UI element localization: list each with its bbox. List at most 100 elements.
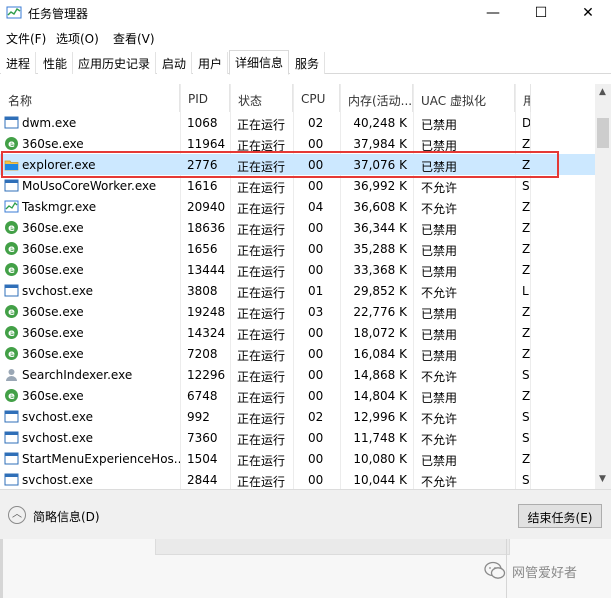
process-cpu: 01 [308,284,324,298]
tab-performance[interactable]: 性能 [38,52,74,74]
table-row[interactable]: e 360se.exe 1656 正在运行 00 35,288 K 已禁用 Z [0,238,595,259]
process-memory: 14,868 K [353,368,407,382]
table-row[interactable]: e 360se.exe 6748 正在运行 00 14,804 K 已禁用 Z [0,385,595,406]
process-cpu: 00 [308,263,324,277]
process-name: 360se.exe [22,242,84,256]
process-name: MoUsoCoreWorker.exe [22,179,157,193]
background-panel [155,539,510,555]
menu-options[interactable]: 选项(O) [56,30,99,47]
process-uac: 已禁用 [421,118,458,132]
table-row[interactable]: e 360se.exe 18636 正在运行 00 36,344 K 已禁用 Z [0,217,595,238]
process-memory: 18,072 K [353,326,407,340]
maximize-button[interactable]: ☐ [518,0,564,26]
column-header-name[interactable]: 名称 [0,84,180,112]
process-name: svchost.exe [22,473,93,487]
process-user: L [522,284,529,298]
table-row[interactable]: dwm.exe 1068 正在运行 02 40,248 K 已禁用 D [0,112,595,133]
column-header-pid[interactable]: PID [180,84,230,112]
process-pid: 3808 [187,284,218,298]
process-cpu: 00 [308,473,324,487]
table-header: 名称 PID 状态 CPU 内存(活动... UAC 虚拟化 用 [0,84,595,112]
scroll-thumb[interactable] [597,118,609,148]
process-user: S [522,179,530,193]
table-row[interactable]: SearchIndexer.exe 12296 正在运行 00 14,868 K 不允许 S [0,364,595,385]
menu-file[interactable]: 文件(F) [6,30,46,47]
tab-startup[interactable]: 启动 [157,52,193,74]
process-user: D [522,116,530,130]
process-uac: 已禁用 [421,223,458,237]
process-memory: 14,804 K [353,389,407,403]
fewer-details-link[interactable]: 简略信息(D) [33,508,100,525]
tab-details[interactable]: 详细信息 [229,50,290,75]
tab-processes[interactable]: 进程 [1,52,37,74]
process-uac: 已禁用 [421,244,458,258]
column-header-user[interactable]: 用 [515,84,531,112]
minimize-button[interactable]: — [470,0,516,26]
table-row[interactable]: Taskmgr.exe 20940 正在运行 04 36,608 K 不允许 Z [0,196,595,217]
process-pid: 14324 [187,326,226,340]
process-table: 名称 PID 状态 CPU 内存(活动... UAC 虚拟化 用 dwm.exe… [0,84,595,489]
tab-users[interactable]: 用户 [193,52,229,74]
close-button[interactable]: ✕ [565,0,611,26]
process-user: Z [522,389,530,403]
process-user: Z [522,200,530,214]
table-row[interactable]: svchost.exe 7360 正在运行 00 11,748 K 不允许 S [0,427,595,448]
table-row[interactable]: svchost.exe 2844 正在运行 00 10,044 K 不允许 S [0,469,595,489]
process-cpu: 00 [308,452,324,466]
table-row[interactable]: svchost.exe 3808 正在运行 01 29,852 K 不允许 L [0,280,595,301]
chevron-up-icon[interactable]: ︿ [8,506,26,524]
menu-view[interactable]: 查看(V) [113,30,155,47]
table-row[interactable]: svchost.exe 992 正在运行 02 12,996 K 不允许 S [0,406,595,427]
process-name: 360se.exe [22,305,84,319]
process-status: 正在运行 [237,307,286,321]
process-memory: 35,288 K [353,242,407,256]
process-memory: 10,080 K [353,452,407,466]
table-row[interactable]: StartMenuExperienceHos... 1504 正在运行 00 10,08… [0,448,595,469]
table-row[interactable]: e 360se.exe 14324 正在运行 00 18,072 K 已禁用 Z [0,322,595,343]
vertical-scrollbar[interactable]: ▲ ▼ [595,84,611,489]
process-status: 正在运行 [237,244,286,258]
process-name: 360se.exe [22,263,84,277]
table-row[interactable]: MoUsoCoreWorker.exe 1616 正在运行 00 36,992 K 不允许… [0,175,595,196]
table-row[interactable]: e 360se.exe 7208 正在运行 00 16,084 K 已禁用 Z [0,343,595,364]
scroll-up-icon[interactable]: ▲ [599,87,606,97]
table-row[interactable]: e 360se.exe 19248 正在运行 03 22,776 K 已禁用 Z [0,301,595,322]
process-uac: 不允许 [421,370,458,384]
process-cpu: 02 [308,116,324,130]
process-user: Z [522,347,530,361]
process-memory: 36,608 K [353,200,407,214]
process-cpu: 00 [308,431,324,445]
process-cpu: 00 [308,347,324,361]
process-pid: 2844 [187,473,218,487]
process-pid: 13444 [187,263,226,277]
process-name: Taskmgr.exe [22,200,97,214]
process-status: 正在运行 [237,286,286,300]
process-pid: 1068 [187,116,218,130]
column-header-cpu[interactable]: CPU [293,84,340,112]
window-title: 任务管理器 [28,7,89,21]
process-pid: 20940 [187,200,226,214]
menu-bar: 文件(F) 选项(O) 查看(V) [0,28,611,48]
tab-services[interactable]: 服务 [290,52,326,74]
process-memory: 10,044 K [353,473,407,487]
process-cpu: 00 [308,368,324,382]
scroll-down-icon[interactable]: ▼ [599,474,606,484]
watermark: 网管爱好者 [484,561,577,581]
process-cpu: 00 [308,389,324,403]
process-name: svchost.exe [22,284,93,298]
process-status: 正在运行 [237,181,286,195]
process-user: Z [522,221,530,235]
tab-app-history[interactable]: 应用历史记录 [73,52,157,74]
table-row[interactable]: e 360se.exe 13444 正在运行 00 33,368 K 已禁用 Z [0,259,595,280]
end-task-button[interactable]: 结束任务(E) [518,504,602,528]
process-uac: 已禁用 [421,265,458,279]
process-user: Z [522,305,530,319]
column-header-memory[interactable]: 内存(活动... [340,84,413,112]
process-user: S [522,473,530,487]
process-uac: 已禁用 [421,391,458,405]
process-memory: 22,776 K [353,305,407,319]
process-pid: 7360 [187,431,218,445]
process-memory: 29,852 K [353,284,407,298]
column-header-uac[interactable]: UAC 虚拟化 [413,84,515,112]
column-header-status[interactable]: 状态 [230,84,293,112]
